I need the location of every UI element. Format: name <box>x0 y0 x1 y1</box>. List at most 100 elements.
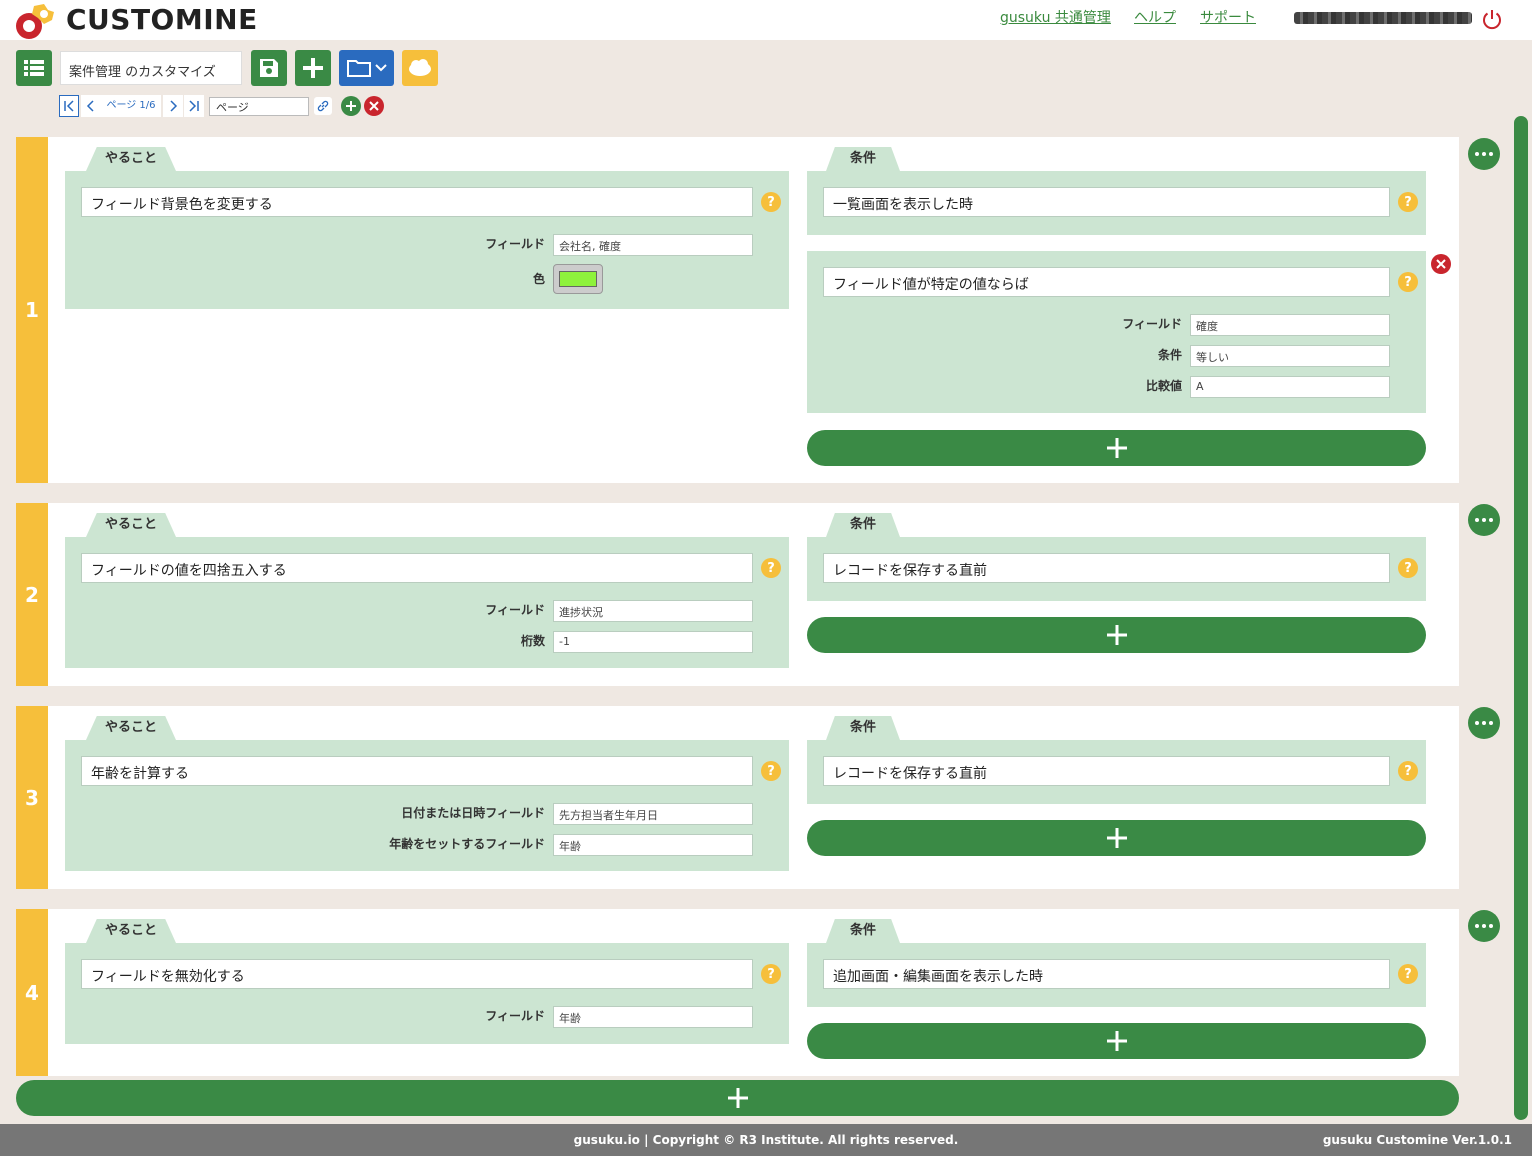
param-input[interactable]: 先方担当者生年月日 <box>553 803 753 825</box>
prev-page-button[interactable] <box>81 95 101 117</box>
logo-icon <box>16 4 54 39</box>
link-support[interactable]: サポート <box>1200 9 1256 27</box>
condition-select[interactable]: レコードを保存する直前 <box>823 756 1390 786</box>
page-name-input[interactable]: ページ <box>209 97 309 116</box>
rule-more-button[interactable] <box>1468 504 1500 536</box>
add-button[interactable] <box>295 50 331 86</box>
condition-select[interactable]: 一覧画面を表示した時 <box>823 187 1390 217</box>
save-button[interactable] <box>251 50 287 86</box>
list-icon <box>24 60 44 76</box>
param-label: 色 <box>532 272 545 286</box>
action-panel: フィールド背景色を変更する ? フィールド 会社名, 確度 色 <box>65 171 789 309</box>
action-panel: 年齢を計算する ? 日付または日時フィールド 先方担当者生年月日 年齢をセットす… <box>65 740 789 871</box>
footer: gusuku.io | Copyright © R3 Institute. Al… <box>0 1124 1532 1156</box>
rule-number: 3 <box>16 706 48 889</box>
conditions-tab: 条件 <box>826 513 900 537</box>
rule-card: 3 やること 年齢を計算する ? 日付または日時フィールド 先方担当者生年月日 … <box>16 706 1459 889</box>
param-input[interactable]: 年齢 <box>553 834 753 856</box>
chevron-down-icon <box>374 64 387 72</box>
condition-select[interactable]: フィールド値が特定の値ならば <box>823 267 1390 297</box>
condition-panel: フィールド値が特定の値ならば ? フィールド 確度 条件 等しい 比較値 A <box>807 251 1426 413</box>
rule-card: 2 やること フィールドの値を四捨五入する ? フィールド 進捗状況 桁数 -1… <box>16 503 1459 686</box>
add-condition-button[interactable] <box>807 430 1426 466</box>
rule-number: 4 <box>16 909 48 1076</box>
delete-condition-button[interactable] <box>1431 254 1451 274</box>
param-input[interactable]: 年齢 <box>553 1006 753 1028</box>
param-input[interactable]: 進捗状況 <box>553 600 753 622</box>
param-label: 条件 <box>1157 348 1182 362</box>
help-icon[interactable]: ? <box>761 964 781 984</box>
plus-icon <box>303 58 323 78</box>
action-select[interactable]: 年齢を計算する <box>81 756 753 786</box>
rule-card: 1 やること フィールド背景色を変更する ? フィールド 会社名, 確度 色 条… <box>16 137 1459 483</box>
param-input[interactable]: 会社名, 確度 <box>553 234 753 256</box>
action-tab: やること <box>86 919 176 943</box>
plus-icon <box>346 101 356 111</box>
prev-page-icon <box>86 100 94 112</box>
folder-menu-button[interactable] <box>339 50 394 86</box>
version-text: gusuku Customine Ver.1.0.1 <box>1322 1133 1512 1147</box>
add-page-button[interactable] <box>341 96 361 116</box>
action-tab: やること <box>86 716 176 740</box>
page-indicator: ページ 1/6 <box>101 95 161 117</box>
last-page-icon <box>189 100 199 112</box>
help-icon[interactable]: ? <box>1398 761 1418 781</box>
plus-icon <box>1106 1031 1127 1051</box>
rule-more-button[interactable] <box>1468 707 1500 739</box>
rule-more-button[interactable] <box>1468 910 1500 942</box>
param-input[interactable]: -1 <box>553 631 753 653</box>
condition-select[interactable]: 追加画面・編集画面を表示した時 <box>823 959 1390 989</box>
plus-icon <box>1106 828 1127 848</box>
kintone-cloud-icon <box>409 59 431 76</box>
param-input[interactable]: A <box>1190 376 1390 398</box>
conditions-tab: 条件 <box>826 716 900 740</box>
app-name-field: 案件管理 のカスタマイズ <box>60 51 242 85</box>
next-page-button[interactable] <box>163 95 183 117</box>
rule-more-button[interactable] <box>1468 138 1500 170</box>
param-label: 日付または日時フィールド <box>401 806 545 820</box>
more-icon <box>1475 924 1479 928</box>
param-label: フィールド <box>485 603 545 617</box>
add-rule-button[interactable] <box>16 1080 1459 1116</box>
action-select[interactable]: フィールドの値を四捨五入する <box>81 553 753 583</box>
add-condition-button[interactable] <box>807 617 1426 653</box>
help-icon[interactable]: ? <box>761 761 781 781</box>
more-icon <box>1475 518 1479 522</box>
param-input[interactable]: 確度 <box>1190 314 1390 336</box>
help-icon[interactable]: ? <box>761 558 781 578</box>
scrollbar[interactable] <box>1514 116 1528 1120</box>
condition-select[interactable]: レコードを保存する直前 <box>823 553 1390 583</box>
action-panel: フィールドを無効化する ? フィールド 年齢 <box>65 943 789 1044</box>
link-gusuku-admin[interactable]: gusuku 共通管理 <box>1000 9 1111 27</box>
condition-panel: 一覧画面を表示した時 ? <box>807 171 1426 235</box>
rule-list-button[interactable] <box>16 50 52 86</box>
power-icon[interactable] <box>1481 8 1503 30</box>
link-help[interactable]: ヘルプ <box>1134 9 1176 27</box>
rule-number: 2 <box>16 503 48 686</box>
help-icon[interactable]: ? <box>1398 192 1418 212</box>
param-input[interactable]: 等しい <box>1190 345 1390 367</box>
action-select[interactable]: フィールドを無効化する <box>81 959 753 989</box>
add-condition-button[interactable] <box>807 1023 1426 1059</box>
color-swatch <box>559 271 597 287</box>
action-panel: フィールドの値を四捨五入する ? フィールド 進捗状況 桁数 -1 <box>65 537 789 668</box>
param-label: フィールド <box>1122 317 1182 331</box>
first-page-button[interactable] <box>59 95 79 117</box>
condition-panel: レコードを保存する直前 ? <box>807 740 1426 804</box>
page-link-button[interactable] <box>314 97 332 115</box>
delete-icon <box>1436 259 1446 269</box>
help-icon[interactable]: ? <box>1398 558 1418 578</box>
last-page-button[interactable] <box>184 95 204 117</box>
kintone-button[interactable] <box>402 50 438 86</box>
delete-icon <box>369 101 379 111</box>
color-picker[interactable] <box>553 264 603 294</box>
param-label: 比較値 <box>1145 379 1182 393</box>
delete-page-button[interactable] <box>364 96 384 116</box>
add-condition-button[interactable] <box>807 820 1426 856</box>
help-icon[interactable]: ? <box>1398 272 1418 292</box>
action-select[interactable]: フィールド背景色を変更する <box>81 187 753 217</box>
first-page-icon <box>64 100 74 112</box>
param-label: 年齢をセットするフィールド <box>389 837 545 851</box>
help-icon[interactable]: ? <box>1398 964 1418 984</box>
help-icon[interactable]: ? <box>761 192 781 212</box>
